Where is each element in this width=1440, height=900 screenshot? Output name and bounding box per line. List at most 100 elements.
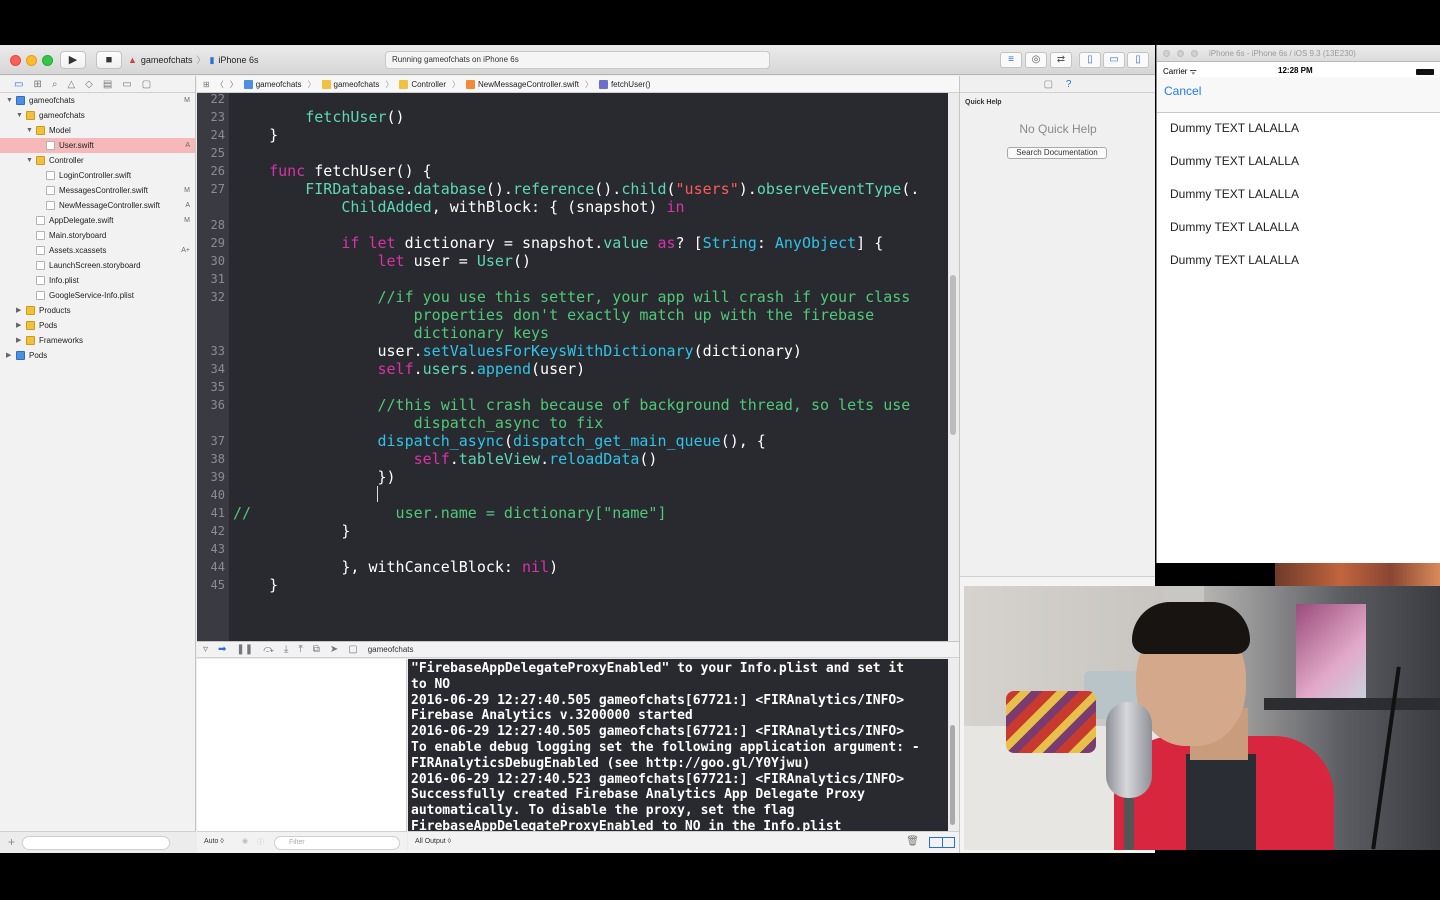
trash-icon[interactable]: 🗑 [906,836,919,847]
info-icon[interactable]: ⓘ [257,837,264,847]
zoom-window-button[interactable] [1191,50,1198,57]
console-line: 2016-06-29 12:27:40.505 gameofchats[6772… [411,692,905,708]
disclosure-closed-icon[interactable]: ▶ [6,348,11,363]
folder-icon[interactable]: ▭ [14,79,23,90]
standard-editor-icon[interactable]: ≡ [1000,52,1022,68]
disclosure-open-icon[interactable]: ▼ [26,153,33,168]
code-token: as [657,234,676,252]
console-line: To enable debug logging set the followin… [411,739,920,755]
location-icon[interactable]: ➤ [330,642,338,657]
disclosure-open-icon[interactable]: ▼ [16,108,23,123]
output-scope-popup[interactable]: All Output ◊ [415,838,451,845]
code-token: FIRDatabase [233,180,405,198]
debug-icon[interactable]: ▤ [103,79,112,90]
tree-item[interactable]: Main.storyboard [0,228,195,243]
table-cell[interactable]: Dummy TEXT LALALLA [1157,245,1440,278]
hide-debug-area-icon[interactable]: ▿ [203,642,208,657]
back-icon[interactable]: 〈 [216,76,224,93]
cancel-button[interactable]: Cancel [1164,84,1201,98]
warning-icon[interactable]: △ [67,79,75,90]
console-output[interactable]: "FirebaseAppDelegateProxyEnabled" to you… [408,659,948,831]
tree-item[interactable]: ▶ Frameworks [0,333,195,348]
breadcrumb-group[interactable]: gameofchats [321,76,379,93]
zoom-window-button[interactable] [42,55,53,66]
tree-item[interactable]: Assets.xcassets A+ [0,243,195,258]
related-items-icon[interactable]: ⊞ [203,76,210,93]
table-cell[interactable]: Dummy TEXT LALALLA [1157,146,1440,179]
add-icon[interactable]: + [8,835,15,849]
step-over-icon[interactable]: ⤼ [263,642,274,657]
disclosure-closed-icon[interactable]: ▶ [16,303,21,318]
toggle-debug-area-icon[interactable]: ▭ [1103,52,1125,68]
console-scrollbar[interactable] [950,725,955,825]
line-number: 35 [210,380,225,394]
stop-button[interactable]: ■ [96,51,122,69]
version-editor-icon[interactable]: ⇄ [1050,52,1072,68]
tree-item[interactable]: ▼ gameofchats M [0,93,195,108]
scheme-selector[interactable]: ▲ gameofchats 〉 ▮ iPhone 6s [128,52,258,68]
toggle-utilities-icon[interactable]: ▯ [1127,52,1149,68]
eye-icon[interactable]: ◉ [242,837,248,845]
breadcrumb-label: gameofchats [255,79,302,89]
symbol-icon[interactable]: ⊞ [33,79,41,90]
desktop-wallpaper [1275,563,1440,586]
tree-item[interactable]: ▼ gameofchats [0,108,195,123]
navigator-filter-field[interactable] [22,836,170,850]
disclosure-closed-icon[interactable]: ▶ [16,333,21,348]
disclosure-open-icon[interactable]: ▼ [6,93,13,108]
tree-item[interactable]: ▶ Products [0,303,195,318]
table-cell[interactable]: Dummy TEXT LALALLA [1157,179,1440,212]
shelf [1264,698,1440,710]
variables-filter-field[interactable]: Filter [274,836,400,850]
toggle-navigator-icon[interactable]: ▯ [1079,52,1101,68]
table-cell[interactable]: Dummy TEXT LALALLA [1157,113,1440,146]
tree-item[interactable]: LoginController.swift [0,168,195,183]
disclosure-open-icon[interactable]: ▼ [26,123,33,138]
file-inspector-icon[interactable]: ▢ [1044,79,1053,90]
breadcrumb-method[interactable]: fetchUser() [598,76,651,93]
forward-icon[interactable]: 〉 [230,76,238,93]
close-window-button[interactable] [1163,50,1170,57]
table-cell[interactable]: Dummy TEXT LALALLA [1157,212,1440,245]
view-debugger-icon[interactable]: ⧉ [313,642,320,657]
disclosure-closed-icon[interactable]: ▶ [16,318,21,333]
breakpoints-toggle-icon[interactable]: ➡ [218,642,226,657]
tree-item[interactable]: AppDelegate.swift M [0,213,195,228]
step-in-icon[interactable]: ⤓ [284,642,288,657]
tree-item[interactable]: GoogleService-Info.plist [0,288,195,303]
assistant-editor-icon[interactable]: ◎ [1025,52,1047,68]
breadcrumb-file[interactable]: NewMessageController.swift [466,76,579,93]
pause-icon[interactable]: ❚❚ [236,642,253,657]
split-view-icon[interactable] [929,837,955,848]
tree-item[interactable]: ▼ Controller [0,153,195,168]
source-editor[interactable]: 22 23 24 25 26 27 28 29 30 31 32 33 34 35 36 37 38 39 40 41… [197,93,948,641]
search-icon[interactable]: ⌕ [52,79,58,90]
breakpoint-icon[interactable]: ▭ [122,79,131,90]
minimize-window-button[interactable] [1177,50,1184,57]
line-number: 29 [210,236,225,250]
tree-item[interactable]: ▶ Pods [0,318,195,333]
tree-item[interactable]: ▶ Pods [0,348,195,363]
quick-help-icon[interactable]: ? [1066,79,1072,90]
run-button[interactable]: ▶ [60,51,86,69]
tree-item[interactable]: NewMessageController.swift A [0,198,195,213]
tree-item[interactable]: LaunchScreen.storyboard [0,258,195,273]
tree-item[interactable]: Info.plist [0,273,195,288]
code-line: dictionary keys [233,324,549,342]
console-line: 2016-06-29 12:27:40.505 gameofchats[6772… [411,724,905,740]
code-line: }) [233,468,395,486]
tree-item[interactable]: MessagesController.swift M [0,183,195,198]
variables-scope-popup[interactable]: Auto ◊ [204,838,224,845]
breadcrumb-project[interactable]: gameofchats [243,76,302,93]
breadcrumb-folder[interactable]: Controller [399,76,446,93]
editor-scrollbar[interactable] [950,275,956,435]
tree-item[interactable]: ▼ Model [0,123,195,138]
step-out-icon[interactable]: ⤒ [298,642,302,657]
search-documentation-button[interactable]: Search Documentation [1007,147,1107,159]
report-icon[interactable]: ▢ [142,79,151,90]
presenter-shirt [1186,754,1256,850]
close-window-button[interactable] [10,55,21,66]
test-icon[interactable]: ◇ [85,79,93,90]
tree-item[interactable]: User.swift A [0,138,195,153]
minimize-window-button[interactable] [26,55,37,66]
